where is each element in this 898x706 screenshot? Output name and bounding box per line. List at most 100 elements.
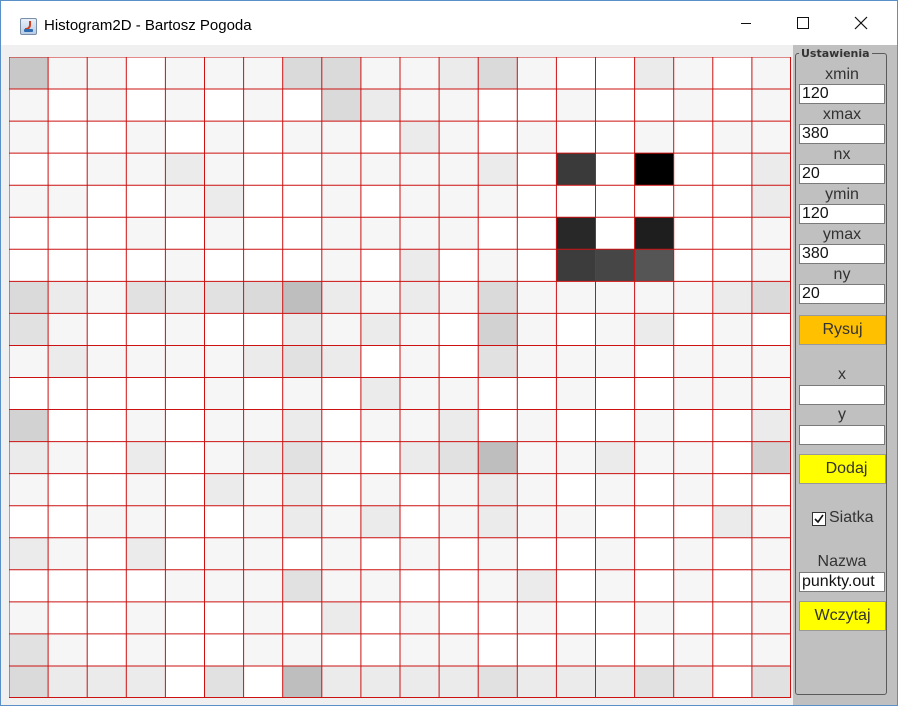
histogram-cell bbox=[634, 633, 674, 666]
histogram-cell bbox=[204, 601, 244, 634]
histogram-cell bbox=[321, 57, 361, 90]
histogram-cell bbox=[360, 473, 400, 506]
histogram-cell bbox=[673, 89, 713, 122]
histogram-cell bbox=[9, 601, 49, 634]
histogram-cell bbox=[673, 409, 713, 442]
xmin-field[interactable]: 120 bbox=[799, 84, 885, 104]
histogram-cell bbox=[126, 665, 166, 698]
histogram-cell bbox=[556, 57, 596, 90]
histogram-cell bbox=[165, 473, 205, 506]
histogram-cell bbox=[321, 537, 361, 570]
histogram-cell bbox=[360, 89, 400, 122]
histogram-canvas[interactable] bbox=[9, 57, 791, 698]
add-button[interactable]: Dodaj bbox=[799, 454, 886, 484]
draw-button[interactable]: Rysuj bbox=[799, 315, 886, 345]
histogram-cell bbox=[478, 377, 518, 410]
minimize-button[interactable] bbox=[717, 1, 775, 45]
histogram-cell bbox=[87, 345, 127, 378]
histogram-cell bbox=[282, 569, 322, 602]
x-field[interactable] bbox=[799, 385, 885, 405]
histogram-cell bbox=[751, 345, 791, 378]
histogram-cell bbox=[556, 505, 596, 538]
histogram-cell bbox=[9, 217, 49, 250]
grid-checkbox-label[interactable]: Siatka bbox=[829, 509, 873, 527]
histogram-cell bbox=[439, 185, 479, 218]
histogram-cell bbox=[634, 601, 674, 634]
histogram-cell bbox=[400, 441, 440, 474]
histogram-cell bbox=[48, 505, 88, 538]
histogram-cell bbox=[204, 473, 244, 506]
histogram-cell bbox=[400, 569, 440, 602]
app-window: Histogram2D - Bartosz Pogoda Ustawienia … bbox=[0, 0, 898, 706]
histogram-cell bbox=[595, 409, 635, 442]
histogram-cell bbox=[165, 633, 205, 666]
histogram-cell bbox=[9, 313, 49, 346]
histogram-cell bbox=[439, 505, 479, 538]
histogram-cell bbox=[243, 345, 283, 378]
histogram-cell bbox=[204, 345, 244, 378]
histogram-cell bbox=[556, 281, 596, 314]
histogram-cell bbox=[126, 345, 166, 378]
y-field[interactable] bbox=[799, 425, 885, 445]
histogram-cell bbox=[712, 377, 752, 410]
histogram-cell bbox=[556, 473, 596, 506]
histogram-cell bbox=[360, 633, 400, 666]
histogram-cell bbox=[400, 409, 440, 442]
histogram-cell bbox=[321, 121, 361, 154]
xmax-field[interactable]: 380 bbox=[799, 124, 885, 144]
histogram-cell bbox=[321, 633, 361, 666]
histogram-cell bbox=[360, 281, 400, 314]
histogram-cell bbox=[48, 185, 88, 218]
histogram-cell bbox=[595, 57, 635, 90]
histogram-cell bbox=[517, 569, 557, 602]
histogram-cell bbox=[634, 57, 674, 90]
histogram-cell bbox=[321, 313, 361, 346]
ny-field[interactable]: 20 bbox=[799, 284, 885, 304]
histogram-cell bbox=[165, 665, 205, 698]
minimize-icon bbox=[741, 23, 751, 24]
ymax-field[interactable]: 380 bbox=[799, 244, 885, 264]
ymin-field[interactable]: 120 bbox=[799, 204, 885, 224]
histogram-cell bbox=[673, 57, 713, 90]
filename-field[interactable]: punkty.out bbox=[799, 572, 885, 592]
histogram-cell bbox=[360, 345, 400, 378]
histogram-cell bbox=[87, 473, 127, 506]
load-button[interactable]: Wczytaj bbox=[799, 601, 886, 631]
histogram-cell bbox=[673, 345, 713, 378]
histogram-cell bbox=[204, 57, 244, 90]
close-button[interactable] bbox=[832, 1, 890, 45]
histogram-cell bbox=[556, 537, 596, 570]
settings-panel: Ustawienia xmin 120 xmax 380 nx 20 ymin … bbox=[793, 45, 897, 705]
histogram-cell bbox=[360, 601, 400, 634]
histogram-cell bbox=[9, 281, 49, 314]
histogram-cell bbox=[595, 473, 635, 506]
histogram-cell bbox=[712, 569, 752, 602]
histogram-cell bbox=[321, 377, 361, 410]
maximize-button[interactable] bbox=[774, 1, 832, 45]
histogram-cell bbox=[634, 569, 674, 602]
histogram-cell bbox=[634, 281, 674, 314]
x-label: x bbox=[838, 366, 846, 383]
xmin-label: xmin bbox=[825, 66, 859, 83]
title-bar[interactable]: Histogram2D - Bartosz Pogoda bbox=[1, 1, 897, 45]
histogram-cell bbox=[751, 601, 791, 634]
histogram-cell bbox=[439, 313, 479, 346]
histogram-cell bbox=[673, 313, 713, 346]
histogram-cell bbox=[48, 217, 88, 250]
histogram-cell bbox=[282, 217, 322, 250]
histogram-cell bbox=[712, 89, 752, 122]
histogram-cell bbox=[87, 601, 127, 634]
grid-checkbox[interactable] bbox=[812, 512, 826, 526]
nx-field[interactable]: 20 bbox=[799, 164, 885, 184]
histogram-grid bbox=[9, 57, 791, 698]
histogram-cell bbox=[126, 537, 166, 570]
histogram-cell bbox=[673, 601, 713, 634]
histogram-cell bbox=[478, 153, 518, 186]
histogram-cell bbox=[48, 441, 88, 474]
histogram-cell bbox=[165, 537, 205, 570]
histogram-cell bbox=[595, 505, 635, 538]
histogram-cell bbox=[360, 153, 400, 186]
histogram-cell bbox=[556, 377, 596, 410]
histogram-cell bbox=[634, 313, 674, 346]
histogram-cell bbox=[673, 217, 713, 250]
